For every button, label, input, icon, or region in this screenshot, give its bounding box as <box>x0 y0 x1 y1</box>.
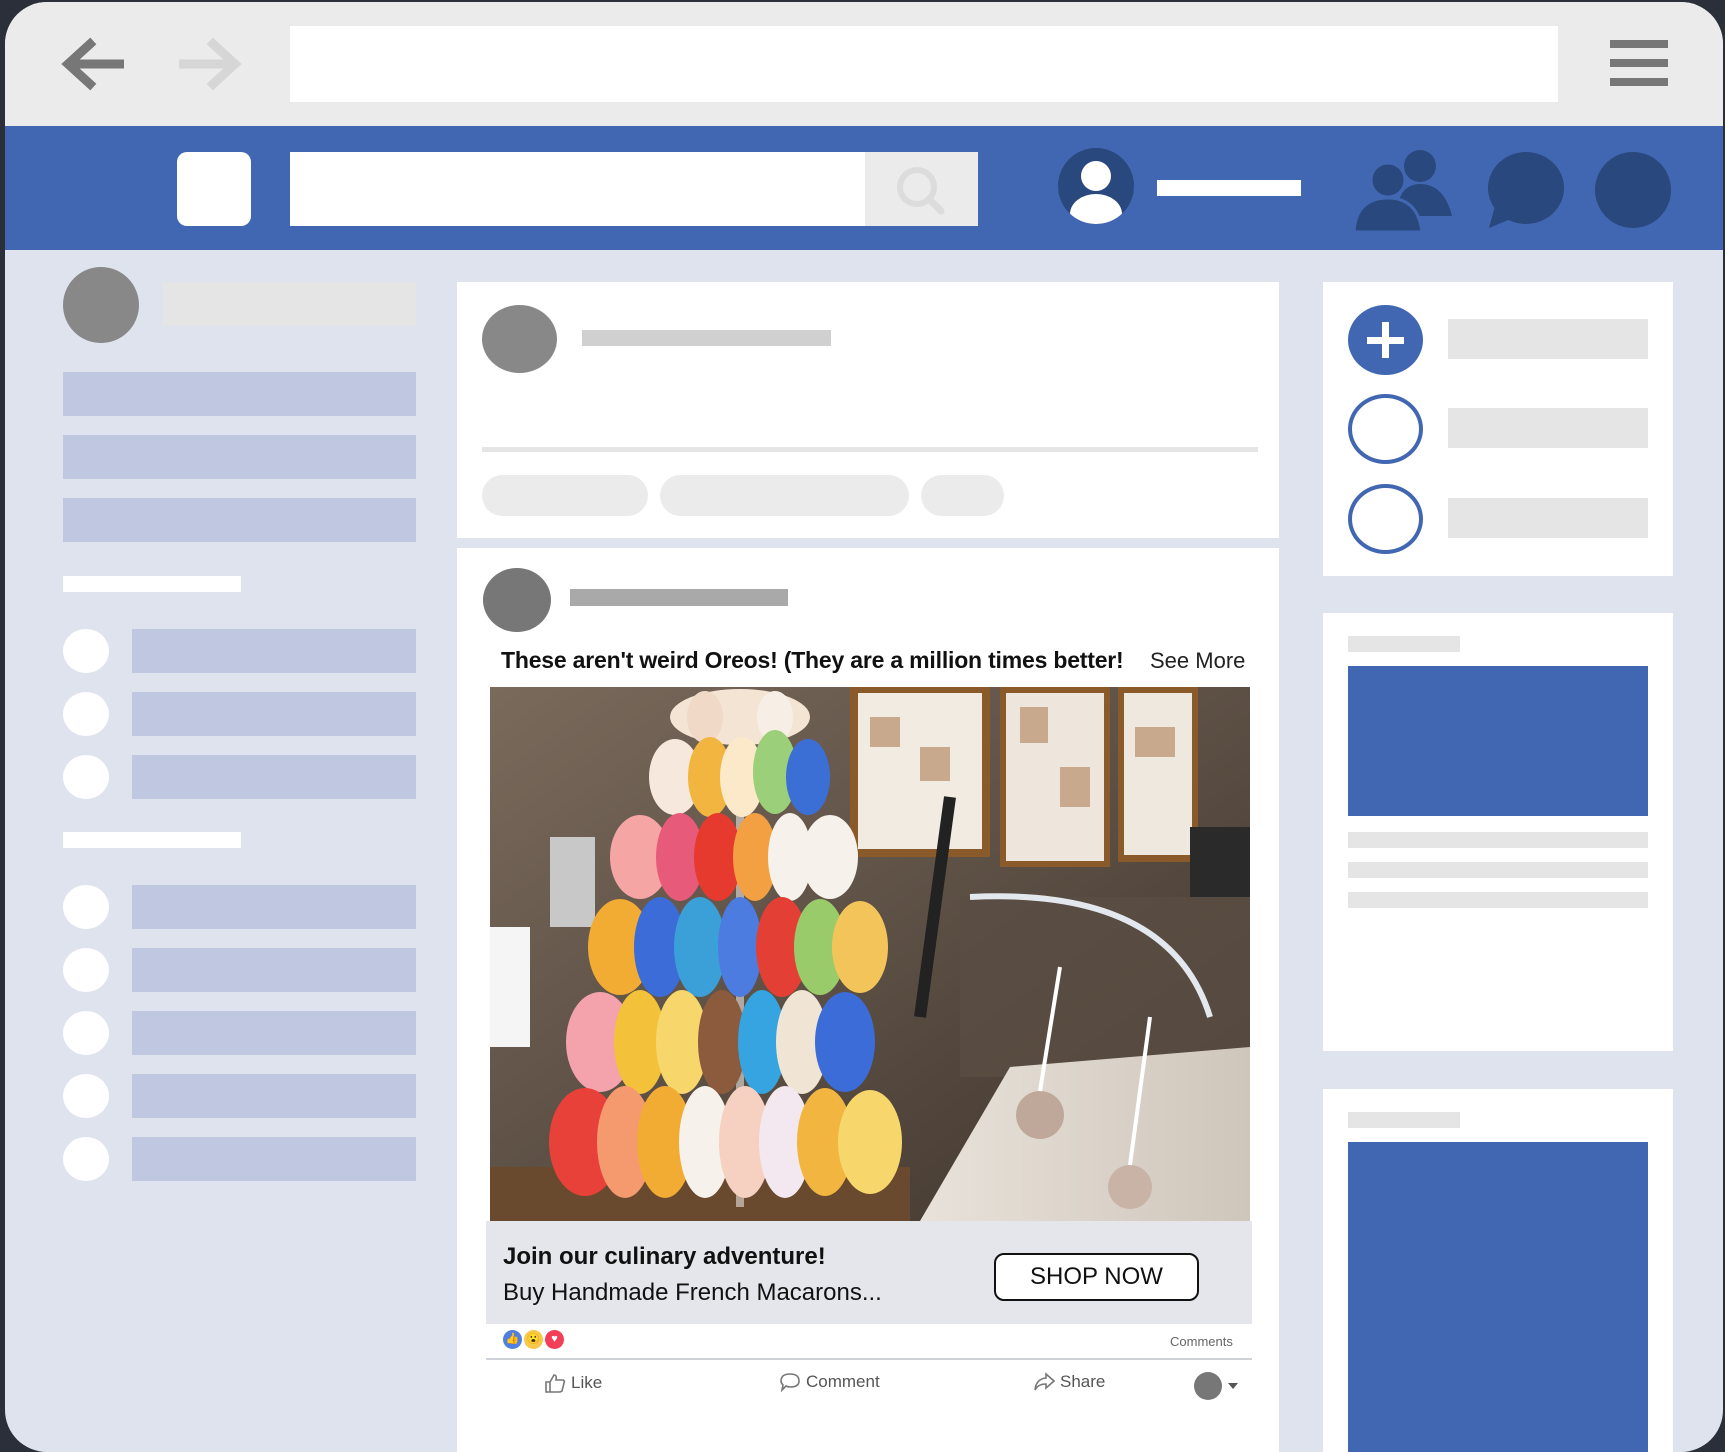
post-author-avatar[interactable] <box>483 568 551 632</box>
caret-down-icon <box>1228 1383 1238 1389</box>
ad-link-preview[interactable]: Join our culinary adventure! Buy Handmad… <box>486 1221 1252 1324</box>
like-label: Like <box>571 1373 603 1392</box>
share-arrow-icon <box>1034 1372 1055 1391</box>
ad-card-heading <box>1348 1112 1460 1128</box>
love-reaction-icon: ♥ <box>545 1330 564 1349</box>
search-icon <box>897 167 945 215</box>
share-button[interactable]: Share <box>1033 1372 1105 1392</box>
group-icon <box>63 1137 109 1181</box>
post-composer <box>457 282 1279 538</box>
share-label: Share <box>1060 1372 1106 1391</box>
sponsored-post: These aren't weird Oreos! (They are a mi… <box>457 548 1279 1452</box>
group-item[interactable] <box>132 1074 416 1118</box>
shortcut-item[interactable] <box>132 692 416 736</box>
shop-now-button[interactable]: SHOP NOW <box>994 1253 1199 1301</box>
shortcut-icon <box>63 692 109 736</box>
ad-card-image[interactable] <box>1348 1142 1648 1452</box>
group-item[interactable] <box>132 948 416 992</box>
right-ad-card <box>1323 1089 1673 1452</box>
right-list-item[interactable] <box>1448 498 1648 538</box>
ad-card-text-line <box>1348 832 1648 848</box>
group-icon <box>63 885 109 929</box>
browser-toolbar <box>5 2 1723 126</box>
sidebar-item[interactable] <box>63 372 416 416</box>
group-icon <box>63 1074 109 1118</box>
thumbs-up-icon <box>545 1374 566 1393</box>
comment-label: Comment <box>806 1372 880 1391</box>
app-header <box>5 126 1723 250</box>
back-arrow-icon[interactable] <box>60 34 130 94</box>
composer-action-button[interactable] <box>482 475 648 516</box>
comments-count[interactable]: Comments <box>1170 1334 1233 1349</box>
small-avatar <box>1194 1372 1222 1400</box>
shortcut-item[interactable] <box>132 629 416 673</box>
user-icon <box>1070 161 1122 224</box>
actions-divider <box>486 1358 1252 1360</box>
post-caption: These aren't weird Oreos! (They are a mi… <box>501 647 1124 673</box>
right-shortcuts-card <box>1323 282 1673 576</box>
messages-chat-bubble-icon[interactable] <box>1485 150 1567 230</box>
sidebar-item[interactable] <box>63 498 416 542</box>
site-logo[interactable] <box>177 152 251 226</box>
radio-circle-icon[interactable] <box>1348 394 1423 464</box>
ad-card-heading <box>1348 636 1460 652</box>
like-button[interactable]: Like <box>544 1372 602 1394</box>
wow-reaction-icon: 😮 <box>524 1330 543 1349</box>
composer-input-placeholder[interactable] <box>582 330 831 346</box>
ad-card-text-line <box>1348 862 1648 878</box>
group-item[interactable] <box>132 885 416 929</box>
ad-description: Buy Handmade French Macarons... <box>503 1279 882 1306</box>
right-ad-card <box>1323 613 1673 1051</box>
profile-name-placeholder[interactable] <box>1157 180 1301 196</box>
shortcut-icon <box>63 629 109 673</box>
like-reaction-icon: 👍 <box>503 1330 522 1349</box>
composer-action-button[interactable] <box>660 475 909 516</box>
address-bar[interactable] <box>290 26 1558 102</box>
shortcut-item[interactable] <box>132 755 416 799</box>
composer-avatar <box>482 305 557 373</box>
comment-button[interactable]: Comment <box>779 1372 880 1392</box>
ad-headline: Join our culinary adventure! <box>503 1243 826 1270</box>
sidebar-avatar[interactable] <box>63 267 139 343</box>
forward-arrow-icon[interactable] <box>173 34 243 94</box>
reaction-summary[interactable]: 👍 😮 ♥ <box>503 1330 564 1350</box>
right-list-item[interactable] <box>1448 319 1648 359</box>
search-button[interactable] <box>865 152 978 226</box>
group-icon <box>63 948 109 992</box>
radio-circle-icon[interactable] <box>1348 484 1423 554</box>
shortcut-icon <box>63 755 109 799</box>
hamburger-menu-icon[interactable] <box>1610 40 1668 86</box>
browser-window: These aren't weird Oreos! (They are a mi… <box>5 2 1723 1452</box>
create-plus-icon[interactable] <box>1348 305 1423 375</box>
comment-bubble-icon <box>780 1373 800 1392</box>
friends-icon[interactable] <box>1352 146 1458 232</box>
see-more-link[interactable]: See More <box>1150 648 1245 674</box>
post-author-name[interactable] <box>570 589 788 606</box>
post-photo[interactable] <box>490 687 1250 1221</box>
group-item[interactable] <box>132 1011 416 1055</box>
notifications-icon[interactable] <box>1595 152 1671 228</box>
macaron-tier <box>670 689 810 745</box>
right-list-item[interactable] <box>1448 408 1648 448</box>
composer-divider <box>482 447 1258 452</box>
sidebar-item[interactable] <box>63 435 416 479</box>
macaron-tower-image <box>490 687 1250 1221</box>
post-audience-selector[interactable] <box>1194 1372 1239 1400</box>
group-icon <box>63 1011 109 1055</box>
search-input[interactable] <box>290 152 868 226</box>
sidebar-section-heading <box>63 832 241 848</box>
ad-card-text-line <box>1348 892 1648 908</box>
sidebar-profile-name[interactable] <box>163 282 416 326</box>
ad-card-image[interactable] <box>1348 666 1648 816</box>
group-item[interactable] <box>132 1137 416 1181</box>
profile-avatar[interactable] <box>1058 148 1134 224</box>
composer-action-button[interactable] <box>921 475 1004 516</box>
sidebar-section-heading <box>63 576 241 592</box>
